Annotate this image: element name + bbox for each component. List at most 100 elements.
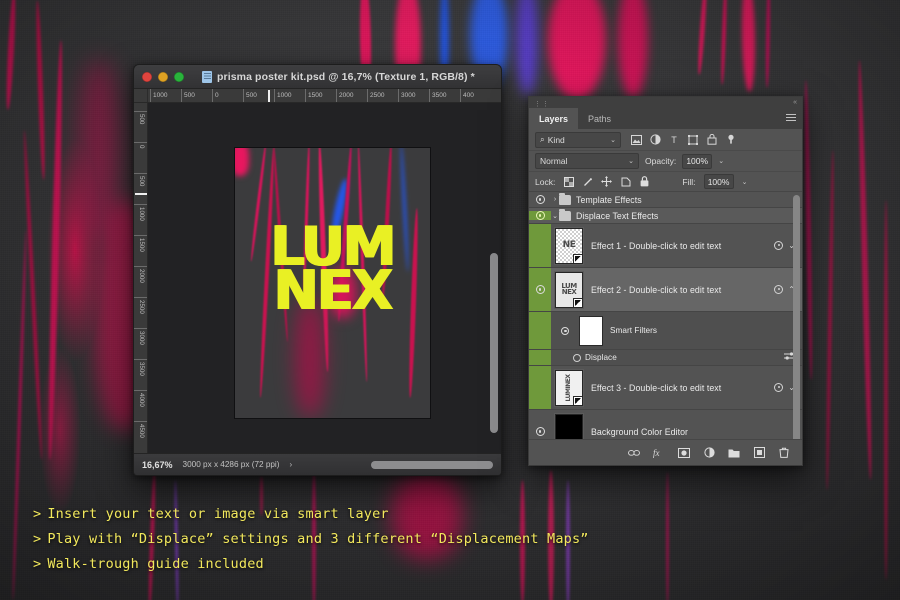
- minimize-button[interactable]: [158, 72, 168, 82]
- status-expand-arrow-icon[interactable]: ›: [289, 460, 292, 469]
- blend-mode-select[interactable]: Normal ⌄: [535, 153, 639, 169]
- lock-transparent-pixels-icon[interactable]: [563, 176, 574, 187]
- smart-object-badge-icon: [573, 298, 583, 308]
- group-color-strip: [529, 224, 551, 267]
- lock-artboard-nesting-icon[interactable]: [620, 176, 631, 187]
- layer-name[interactable]: Effect 1 - Double-click to edit text: [591, 241, 774, 251]
- lock-all-icon[interactable]: [639, 176, 650, 187]
- poster-typography: LUM NEX: [235, 226, 430, 312]
- ruler-tick: 1000: [134, 204, 148, 221]
- table-row[interactable]: NE Effect 1 - Double-click to edit text …: [529, 224, 802, 268]
- bullet-arrow: >: [33, 556, 41, 572]
- fill-input[interactable]: 100%: [704, 174, 734, 189]
- canvas-area[interactable]: LUM NEX: [148, 103, 501, 453]
- tab-paths[interactable]: Paths: [578, 108, 621, 129]
- poster-artwork[interactable]: LUM NEX: [235, 148, 430, 418]
- canvas-horizontal-scrollbar[interactable]: [371, 461, 493, 469]
- group-twirl-icon[interactable]: ⌄: [551, 212, 559, 220]
- layer-visibility-toggle[interactable]: [529, 195, 551, 204]
- table-row[interactable]: ⌄ Displace Text Effects: [529, 208, 802, 224]
- feature-list: > Insert your text or image via smart lay…: [33, 502, 753, 577]
- new-adjustment-layer-icon[interactable]: [703, 447, 715, 459]
- shape-layer-filter-icon[interactable]: [687, 134, 699, 146]
- new-group-icon[interactable]: [728, 447, 740, 459]
- panel-drag-handle[interactable]: ⋮⋮ «: [529, 97, 802, 108]
- pixel-layer-filter-icon[interactable]: [630, 134, 642, 146]
- layer-name[interactable]: Effect 3 - Double-click to edit text: [591, 383, 774, 393]
- feature-text: Walk-trough guide included: [47, 556, 264, 572]
- ruler-position-marker: [268, 90, 270, 102]
- new-layer-icon[interactable]: [753, 447, 765, 459]
- link-layers-icon[interactable]: [628, 447, 640, 459]
- layer-effects-visibility-icon[interactable]: [774, 383, 783, 392]
- lock-position-icon[interactable]: [601, 176, 612, 187]
- table-row[interactable]: Background Color Editor: [529, 410, 802, 439]
- window-controls[interactable]: [142, 72, 184, 82]
- chevron-down-icon: ⌄: [628, 157, 634, 165]
- opacity-chevron-icon[interactable]: ⌄: [718, 157, 724, 165]
- fill-chevron-icon[interactable]: ⌄: [742, 178, 748, 186]
- table-row[interactable]: Smart Filters: [529, 312, 802, 350]
- zoom-level[interactable]: 16,67%: [142, 460, 173, 470]
- panel-tabs[interactable]: Layers Paths: [529, 108, 802, 129]
- tab-layers[interactable]: Layers: [529, 108, 578, 129]
- ruler-tick: 0: [212, 89, 219, 103]
- horizontal-ruler[interactable]: 1000 500 0 500 1000 1500 2000 2500 3000 …: [134, 89, 501, 103]
- table-row[interactable]: LUM NEX Effect 2 - Double-click to edit …: [529, 268, 802, 312]
- list-item: >Insert your text or image via smart lay…: [33, 502, 753, 527]
- smart-filter-thumbnail[interactable]: [579, 316, 603, 346]
- feature-text: Insert your text or image via smart laye…: [47, 506, 388, 522]
- table-row[interactable]: Displace: [529, 350, 802, 366]
- filter-visibility-toggle[interactable]: [551, 354, 585, 362]
- canvas-vertical-scrollbar[interactable]: [490, 253, 498, 433]
- fill-label: Fill:: [682, 177, 695, 187]
- layer-effects-visibility-icon[interactable]: [774, 241, 783, 250]
- table-row[interactable]: › Template Effects: [529, 192, 802, 208]
- blend-mode-value: Normal: [540, 156, 567, 166]
- layer-effects-visibility-icon[interactable]: [774, 285, 783, 294]
- lock-image-pixels-icon[interactable]: [582, 176, 593, 187]
- layer-visibility-toggle[interactable]: [536, 285, 545, 294]
- layer-thumbnail[interactable]: NE: [555, 228, 583, 264]
- filter-toggle-icon[interactable]: [725, 134, 737, 146]
- layer-visibility-toggle[interactable]: [529, 427, 551, 436]
- table-row[interactable]: LUMINEX Effect 3 - Double-click to edit …: [529, 366, 802, 410]
- layer-name[interactable]: Template Effects: [576, 195, 802, 205]
- layer-thumbnail[interactable]: [555, 414, 583, 440]
- layer-name[interactable]: Background Color Editor: [591, 427, 802, 437]
- zoom-button[interactable]: [174, 72, 184, 82]
- layers-panel-scrollbar[interactable]: [793, 195, 800, 450]
- adjustment-layer-filter-icon[interactable]: [649, 134, 661, 146]
- close-button[interactable]: [142, 72, 152, 82]
- filter-type-icons[interactable]: T: [630, 134, 737, 146]
- layers-panel-footer[interactable]: fx: [529, 439, 802, 465]
- layer-name[interactable]: Displace Text Effects: [576, 211, 802, 221]
- smart-filter-visibility-toggle[interactable]: [551, 327, 579, 335]
- layer-list[interactable]: › Template Effects ⌄ Displace Text Effec…: [529, 192, 802, 439]
- group-color-strip: [529, 268, 551, 311]
- group-twirl-icon[interactable]: ›: [551, 196, 559, 203]
- layer-visibility-toggle[interactable]: [529, 211, 551, 220]
- chevron-down-icon: ⌄: [610, 136, 616, 144]
- opacity-input[interactable]: 100%: [682, 154, 712, 169]
- ruler-tick: 3000: [134, 328, 148, 345]
- ruler-tick: 2000: [134, 266, 148, 283]
- delete-layer-icon[interactable]: [778, 447, 790, 459]
- smart-object-filter-icon[interactable]: [706, 134, 718, 146]
- layer-name[interactable]: Effect 2 - Double-click to edit text: [591, 285, 774, 295]
- filter-kind-select[interactable]: ⌕ Kind ⌄: [535, 132, 621, 148]
- add-layer-mask-icon[interactable]: [678, 447, 690, 459]
- layer-name[interactable]: Displace: [585, 353, 784, 362]
- panel-menu-icon[interactable]: [786, 114, 796, 122]
- layer-name[interactable]: Smart Filters: [610, 326, 802, 335]
- layer-thumbnail[interactable]: LUM NEX: [555, 272, 583, 308]
- layer-thumbnail[interactable]: LUMINEX: [555, 370, 583, 406]
- window-title-bar[interactable]: prisma poster kit.psd @ 16,7% (Texture 1…: [134, 65, 501, 89]
- ruler-tick: 4000: [134, 390, 148, 407]
- add-layer-style-icon[interactable]: fx: [653, 447, 665, 459]
- vertical-ruler[interactable]: 500 0 500 1000 1500 2000 2500 3000 3500 …: [134, 103, 148, 453]
- panel-collapse-icon[interactable]: «: [793, 99, 797, 106]
- ruler-tick: 3500: [429, 89, 446, 103]
- type-layer-filter-icon[interactable]: T: [668, 134, 680, 146]
- photoshop-document-window: prisma poster kit.psd @ 16,7% (Texture 1…: [133, 64, 502, 476]
